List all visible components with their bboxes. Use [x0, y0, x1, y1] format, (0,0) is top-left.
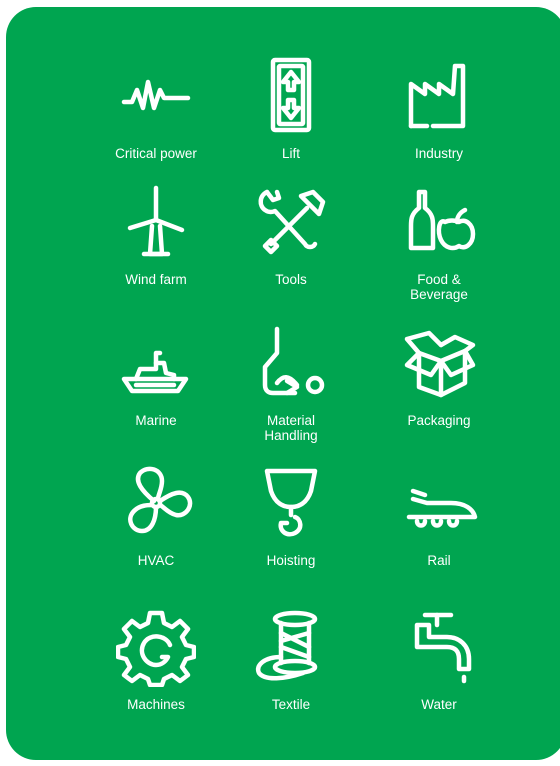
tile-label: Industry — [414, 146, 464, 161]
tile-hoisting[interactable]: Hoisting — [216, 463, 366, 568]
fan-icon — [116, 463, 196, 543]
ship-icon — [116, 323, 196, 403]
factory-icon — [399, 56, 479, 136]
thread-spool-icon — [251, 607, 331, 687]
tile-critical-power[interactable]: Critical power — [81, 56, 231, 161]
tile-textile[interactable]: Textile — [216, 607, 366, 712]
pulse-waveform-icon — [116, 56, 196, 136]
tile-tools[interactable]: Tools — [216, 182, 366, 287]
tile-rail[interactable]: Rail — [364, 463, 514, 568]
open-box-icon — [399, 323, 479, 403]
tile-label: Material Handling — [264, 413, 318, 443]
tile-water[interactable]: Water — [364, 607, 514, 712]
tile-label: Rail — [427, 553, 451, 568]
tile-label: Hoisting — [266, 553, 316, 568]
tile-label: Critical power — [115, 146, 197, 161]
tile-marine[interactable]: Marine — [81, 323, 231, 428]
tile-hvac[interactable]: HVAC — [81, 463, 231, 568]
bottle-apple-icon — [399, 182, 479, 262]
tile-label: Wind farm — [125, 272, 187, 287]
gear-icon — [116, 607, 196, 687]
tile-label: Lift — [281, 146, 300, 161]
tile-label: HVAC — [137, 553, 175, 568]
tile-food-beverage[interactable]: Food & Beverage — [364, 182, 514, 302]
tile-label: Tools — [275, 272, 307, 287]
high-speed-train-icon — [399, 463, 479, 543]
wrench-hammer-icon — [251, 182, 331, 262]
tile-label: Water — [421, 697, 457, 712]
tile-material-handling[interactable]: Material Handling — [216, 323, 366, 443]
industries-card: Critical power Lift Industry Wind farm T… — [6, 7, 560, 760]
hand-truck-icon — [251, 323, 331, 403]
tile-label: Machines — [127, 697, 185, 712]
tile-machines[interactable]: Machines — [81, 607, 231, 712]
tile-industry[interactable]: Industry — [364, 56, 514, 161]
crane-hook-icon — [251, 463, 331, 543]
tile-packaging[interactable]: Packaging — [364, 323, 514, 428]
tile-label: Textile — [271, 697, 311, 712]
tile-label: Packaging — [407, 413, 471, 428]
water-tap-icon — [399, 607, 479, 687]
tile-wind-farm[interactable]: Wind farm — [81, 182, 231, 287]
tile-label: Marine — [135, 413, 177, 428]
elevator-icon — [251, 56, 331, 136]
tile-label: Food & Beverage — [410, 272, 468, 302]
wind-turbine-icon — [116, 182, 196, 262]
tile-lift[interactable]: Lift — [216, 56, 366, 161]
